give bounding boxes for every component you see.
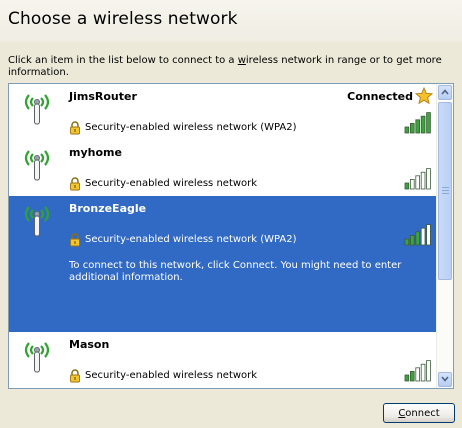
signal-bar [404,238,410,246]
signal-strength-icon [403,112,433,134]
signal-bar [426,112,431,134]
scroll-up-button[interactable] [438,85,452,100]
network-item-mason[interactable]: Mason Security-enabled wireless network [9,332,439,388]
signal-bar [404,182,410,190]
signal-bar [420,115,426,134]
signal-bar [404,374,410,382]
network-item-bronzeeagle[interactable]: BronzeEagle Security-enabled wireless ne… [9,196,439,332]
connect-button[interactable]: Connect [383,403,455,423]
signal-bar [420,171,426,190]
scroll-thumb[interactable] [438,102,452,280]
signal-bar [426,360,431,382]
network-list[interactable]: JimsRouter Connected Security-enabled wi… [8,83,454,389]
security-text: Security-enabled wireless network (WPA2) [85,234,297,245]
wireless-antenna-icon [18,90,56,126]
scroll-grip [442,193,449,194]
network-item-myhome[interactable]: myhome Security-enabled wireless network [9,140,439,196]
network-name: myhome [69,146,122,159]
signal-bar [420,363,426,382]
security-text: Security-enabled wireless network (WPA2) [85,122,297,133]
wireless-antenna-icon [18,146,56,182]
signal-strength-icon [403,224,433,246]
connect-instructions: To connect to this network, click Connec… [69,260,402,283]
lock-icon [69,368,81,383]
signal-bar [410,370,415,382]
page-title: Choose a wireless network [8,9,238,29]
signal-bar [410,122,415,134]
signal-bar [410,178,415,190]
network-name: Mason [69,338,110,351]
wireless-antenna-icon [18,202,56,238]
signal-bar [426,224,431,246]
chevron-down-icon [441,376,449,382]
lock-icon [69,120,81,135]
scroll-grip [442,187,449,188]
security-text: Security-enabled wireless network [85,370,258,381]
vertical-scrollbar[interactable] [436,84,453,388]
signal-strength-icon [403,360,433,382]
instructions-text: Click an item in the list below to conne… [8,55,442,78]
lock-icon [69,232,81,247]
signal-bar [426,168,431,190]
star-icon [414,86,434,105]
network-name: BronzeEagle [69,202,147,215]
network-item-jimsrouter[interactable]: JimsRouter Connected Security-enabled wi… [9,84,439,140]
chevron-up-icon [441,89,449,95]
signal-bar [415,119,421,134]
security-text: Security-enabled wireless network [85,178,258,189]
wireless-antenna-icon [18,338,56,374]
signal-bar [415,175,421,190]
scroll-grip [442,190,449,191]
signal-bar [410,234,415,246]
signal-strength-icon [403,168,433,190]
signal-bar [415,231,421,246]
signal-bar [404,126,410,134]
lock-icon [69,176,81,191]
connection-status: Connected [347,90,413,103]
signal-bar [420,227,426,246]
scroll-down-button[interactable] [438,372,452,387]
signal-bar [415,367,421,382]
network-name: JimsRouter [69,90,137,103]
